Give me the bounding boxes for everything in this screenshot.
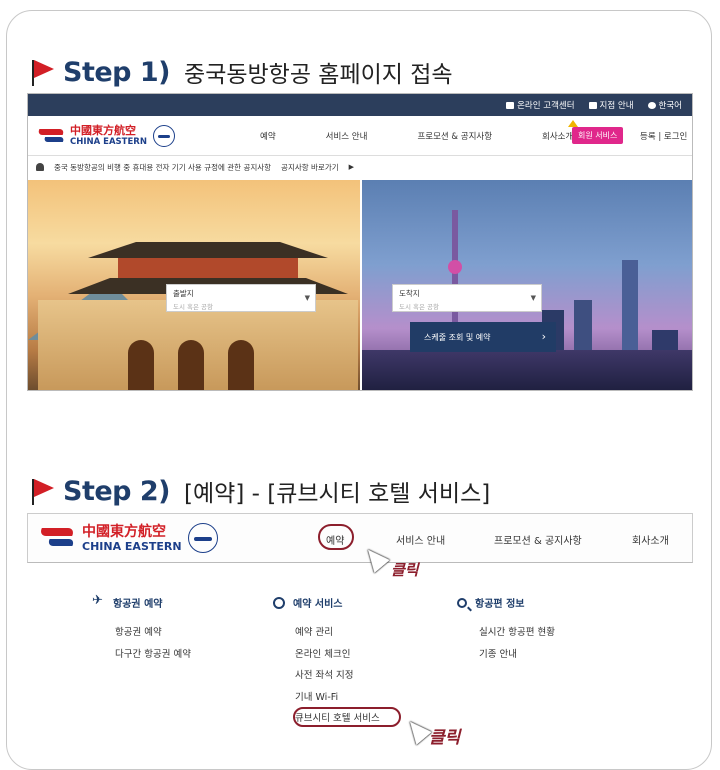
service-icon bbox=[273, 596, 285, 609]
logo-chinese: 中國東方航空 bbox=[82, 523, 166, 540]
register-login-link[interactable]: 등록 | 로그인 bbox=[640, 130, 687, 142]
logo-chinese: 中國東方航空 bbox=[70, 123, 136, 137]
language-select[interactable]: 한국어 bbox=[647, 99, 682, 111]
logo-english: CHINA EASTERN bbox=[82, 539, 182, 553]
china-eastern-logo[interactable]: 中國東方航空 CHINA EASTERN bbox=[36, 123, 175, 147]
nav-service[interactable]: 서비스 안내 bbox=[396, 532, 445, 547]
top-utility-bar: 온라인 고객센터 지점 안내 한국어 bbox=[28, 94, 692, 116]
menu-item-manage-booking[interactable]: 예약 관리 bbox=[295, 624, 380, 646]
schedule-search-button[interactable]: 스케줄 조회 및 예약 › bbox=[410, 322, 556, 352]
ticket-reservation-column: 항공권 예약 항공권 예약 다구간 항공권 예약 bbox=[92, 593, 191, 668]
schedule-search-label: 스케줄 조회 및 예약 bbox=[424, 332, 491, 342]
step2-number: Step 2) bbox=[63, 475, 171, 507]
click-annotation: 클릭 bbox=[391, 561, 419, 579]
hero-banner: 출발지 도시 혹은 공항 ▼ 도착지 도시 혹은 공항 ▼ 스케줄 조회 및 예… bbox=[28, 180, 692, 390]
menu-item-multi-city[interactable]: 다구간 항공권 예약 bbox=[115, 646, 191, 668]
flag-icon bbox=[29, 477, 55, 505]
origin-placeholder: 도시 혹은 공항 bbox=[173, 303, 214, 311]
menu-item-aircraft-info[interactable]: 기종 안내 bbox=[479, 646, 555, 668]
chevron-right-icon: › bbox=[541, 330, 546, 343]
nav-company[interactable]: 회사소개 bbox=[542, 130, 573, 142]
step1-heading: Step 1) 중국동방항공 홈페이지 접속 bbox=[29, 55, 453, 89]
cursor-icon bbox=[402, 715, 432, 745]
china-eastern-logo[interactable]: 中國東方航空 CHINA EASTERN bbox=[38, 523, 218, 553]
logo-english: CHINA EASTERN bbox=[70, 136, 147, 147]
menu-item-seat-selection[interactable]: 사전 좌석 지정 bbox=[295, 667, 380, 689]
flight-info-column: 항공편 정보 실시간 항공편 현황 기종 안내 bbox=[457, 595, 555, 667]
step1-number: Step 1) bbox=[63, 56, 171, 88]
crown-icon bbox=[568, 120, 578, 127]
click-annotation: 클릭 bbox=[429, 728, 461, 748]
cube-city-highlight bbox=[293, 707, 401, 727]
nav-promotion[interactable]: 프로모션 & 공지사항 bbox=[494, 532, 582, 547]
destination-placeholder: 도시 혹은 공항 bbox=[399, 303, 440, 311]
column-heading: 항공권 예약 bbox=[113, 599, 163, 610]
step1-text: 중국동방항공 홈페이지 접속 bbox=[184, 62, 453, 88]
location-icon bbox=[588, 101, 597, 109]
origin-label: 출발지 bbox=[173, 289, 194, 298]
chat-icon bbox=[506, 101, 515, 109]
member-service-button[interactable]: 회원 서비스 bbox=[572, 127, 624, 144]
step2-text: [예약] - [큐브시티 호텔 서비스] bbox=[184, 481, 491, 507]
menu-item-ticket-reservation[interactable]: 항공권 예약 bbox=[115, 624, 191, 646]
nav-service[interactable]: 서비스 안내 bbox=[326, 130, 368, 142]
column-heading: 예약 서비스 bbox=[293, 599, 343, 610]
notice-link[interactable]: 공지사항 바로가기 bbox=[281, 162, 339, 173]
chevron-down-icon: ▼ bbox=[530, 294, 536, 302]
nav-menu: 예약 서비스 안내 프로모션 & 공지사항 회사소개 bbox=[260, 130, 623, 142]
swallow-logo-icon bbox=[38, 526, 78, 550]
menu-item-flight-status[interactable]: 실시간 항공편 현황 bbox=[479, 624, 555, 646]
notice-bar: 중국 동방항공의 비행 중 휴대용 전자 기기 사용 규정에 관한 공지사항 공… bbox=[28, 156, 692, 178]
search-icon bbox=[457, 597, 467, 608]
destination-label: 도착지 bbox=[399, 289, 420, 298]
notice-text: 중국 동방항공의 비행 중 휴대용 전자 기기 사용 규정에 관한 공지사항 bbox=[54, 162, 272, 172]
plane-icon bbox=[92, 593, 105, 609]
homepage-screenshot: 온라인 고객센터 지점 안내 한국어 中國東方航空 CHINA EASTERN … bbox=[27, 93, 693, 391]
nav-reservation[interactable]: 예약 bbox=[260, 130, 276, 142]
instruction-card: Step 1) 중국동방항공 홈페이지 접속 온라인 고객센터 지점 안내 한국… bbox=[6, 10, 712, 770]
nav-company[interactable]: 회사소개 bbox=[632, 532, 669, 547]
customer-center-link[interactable]: 온라인 고객센터 bbox=[506, 99, 575, 111]
skyteam-icon bbox=[152, 124, 175, 147]
menu-item-online-checkin[interactable]: 온라인 체크인 bbox=[295, 646, 380, 668]
flag-icon bbox=[29, 58, 55, 86]
arrow-right-icon: ▶ bbox=[348, 163, 355, 171]
reservation-menu-screenshot: 中國東方航空 CHINA EASTERN 예약 서비스 안내 프로모션 & 공지… bbox=[27, 513, 693, 763]
destination-field[interactable]: 도착지 도시 혹은 공항 ▼ bbox=[392, 284, 542, 312]
column-heading: 항공편 정보 bbox=[475, 599, 525, 610]
bell-icon bbox=[36, 163, 44, 171]
origin-field[interactable]: 출발지 도시 혹은 공항 ▼ bbox=[166, 284, 316, 312]
main-nav: 中國東方航空 CHINA EASTERN 예약 서비스 안내 프로모션 & 공지… bbox=[28, 116, 692, 156]
chevron-down-icon: ▼ bbox=[304, 294, 310, 302]
nav-promotion[interactable]: 프로모션 & 공지사항 bbox=[417, 130, 492, 142]
branch-link[interactable]: 지점 안내 bbox=[588, 99, 634, 111]
globe-icon bbox=[647, 101, 656, 109]
step2-heading: Step 2) [예약] - [큐브시티 호텔 서비스] bbox=[29, 474, 490, 508]
reservation-highlight bbox=[318, 524, 354, 550]
swallow-logo-icon bbox=[36, 127, 66, 145]
skyteam-icon bbox=[187, 523, 218, 553]
